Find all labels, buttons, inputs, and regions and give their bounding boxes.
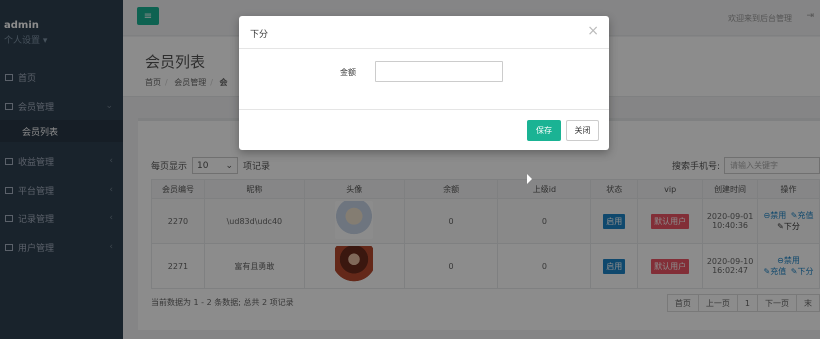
cancel-button[interactable]: 关闭	[566, 120, 599, 141]
amount-label: 金额	[340, 68, 356, 77]
amount-input[interactable]	[375, 61, 503, 82]
close-icon[interactable]: ×	[587, 23, 599, 39]
mouse-cursor-icon	[527, 174, 532, 184]
modal-footer: 保存 关闭	[239, 109, 609, 150]
withdraw-modal: 下分 × 金额 保存 关闭	[239, 16, 609, 150]
modal-body: 金额	[239, 49, 609, 109]
modal-header: 下分 ×	[239, 16, 609, 49]
save-button[interactable]: 保存	[527, 120, 561, 141]
modal-title: 下分	[250, 30, 269, 40]
